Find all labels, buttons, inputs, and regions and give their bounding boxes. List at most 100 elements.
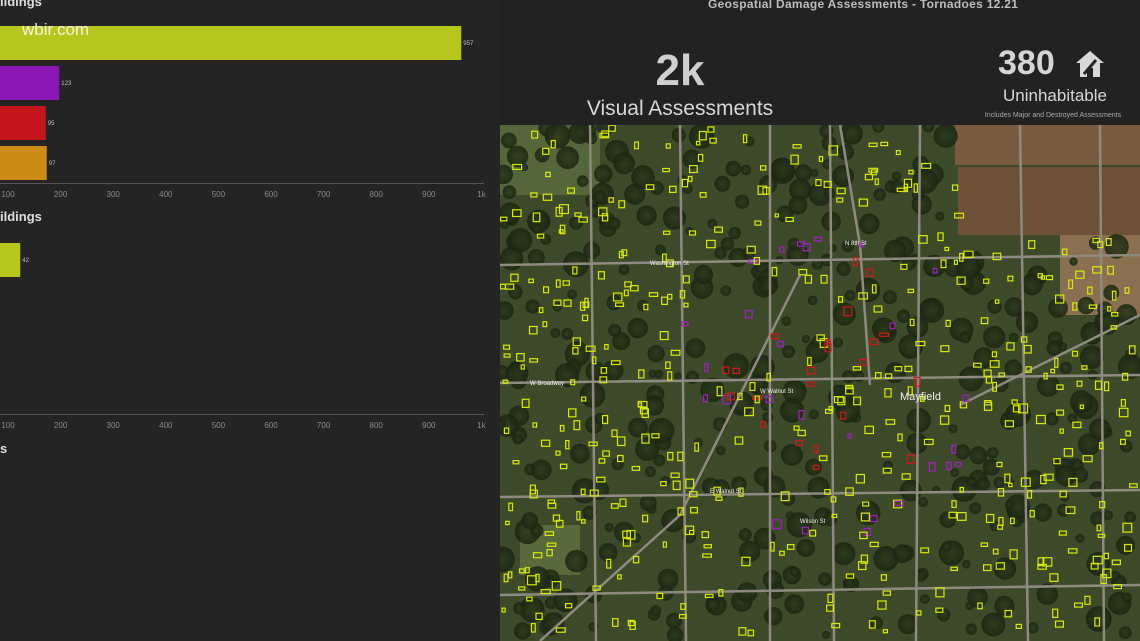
axis-tick-label: 800 bbox=[369, 421, 383, 430]
tree bbox=[506, 145, 529, 167]
bar bbox=[0, 146, 47, 180]
map-place-label: Mayfield bbox=[900, 391, 941, 403]
uninhabitable-count: 380 bbox=[998, 44, 1055, 82]
tree bbox=[714, 246, 727, 260]
tree bbox=[918, 497, 928, 507]
tree bbox=[831, 384, 844, 397]
tree bbox=[1008, 332, 1019, 343]
map-street-label: N 8th St bbox=[845, 241, 867, 247]
tree bbox=[958, 366, 984, 392]
tree bbox=[780, 444, 803, 466]
tree bbox=[758, 275, 779, 296]
tree bbox=[858, 213, 880, 235]
uninhabitable-note: Includes Major and Destroyed Assessments bbox=[984, 112, 1122, 119]
tree bbox=[1005, 500, 1014, 509]
axis-tick-label: 600 bbox=[264, 190, 278, 199]
bar-value-label: 957 bbox=[463, 41, 474, 47]
tree bbox=[738, 528, 752, 542]
tree bbox=[693, 264, 714, 285]
tree bbox=[1021, 273, 1043, 296]
tree bbox=[807, 357, 816, 366]
assessments-count: 2k bbox=[655, 46, 705, 95]
axis-tick-label: 700 bbox=[316, 421, 331, 430]
tree bbox=[630, 532, 642, 543]
axis-tick-label: 500 bbox=[211, 421, 226, 430]
tree bbox=[954, 444, 970, 460]
tree bbox=[636, 205, 657, 226]
tree bbox=[561, 327, 574, 340]
tree bbox=[740, 164, 752, 176]
tree bbox=[912, 168, 938, 194]
tree bbox=[1033, 503, 1052, 522]
tree bbox=[501, 132, 517, 149]
tree bbox=[939, 511, 956, 528]
tree bbox=[662, 206, 686, 230]
tree bbox=[648, 417, 675, 444]
tree bbox=[788, 195, 808, 215]
tree bbox=[842, 370, 855, 384]
bar-value-label: 97 bbox=[49, 161, 56, 167]
tree bbox=[507, 228, 533, 253]
tree bbox=[653, 454, 666, 467]
axis-tick-label: 900 bbox=[422, 190, 436, 199]
tree bbox=[969, 502, 982, 515]
tree bbox=[604, 522, 614, 532]
tree bbox=[896, 309, 911, 323]
tree bbox=[502, 185, 517, 199]
tree bbox=[1037, 374, 1060, 397]
tree bbox=[1004, 297, 1024, 317]
chart2-title: ildings bbox=[0, 209, 42, 224]
satellite-map[interactable]: Mayfield W Walnut St W Broadway N 8th St… bbox=[500, 125, 1140, 641]
tree bbox=[576, 175, 589, 187]
tree bbox=[1088, 418, 1111, 441]
tree bbox=[973, 347, 995, 369]
tree bbox=[836, 261, 851, 277]
map-street-label: Washington St bbox=[650, 261, 689, 267]
chart2-bars: 42 bbox=[0, 243, 30, 277]
tree bbox=[725, 160, 742, 177]
tree bbox=[844, 290, 856, 301]
tree bbox=[1069, 390, 1093, 414]
axis-tick-label: 700 bbox=[316, 190, 331, 199]
tree bbox=[594, 164, 613, 184]
tree bbox=[508, 284, 523, 300]
tree bbox=[983, 325, 1006, 349]
tree bbox=[531, 223, 542, 234]
tree bbox=[782, 345, 795, 359]
tree bbox=[933, 125, 958, 148]
tree bbox=[937, 608, 951, 622]
tree bbox=[1103, 284, 1120, 301]
tree bbox=[639, 494, 657, 512]
tree bbox=[567, 289, 577, 300]
tree bbox=[1085, 606, 1112, 632]
tree bbox=[982, 458, 1000, 476]
tree bbox=[1046, 340, 1062, 356]
axis-tick-label: 200 bbox=[53, 190, 68, 199]
tree bbox=[671, 128, 686, 143]
tree bbox=[911, 194, 932, 215]
map-street-label: W Broadway bbox=[530, 381, 564, 387]
tree bbox=[728, 226, 741, 240]
tree bbox=[811, 335, 824, 348]
tree bbox=[1077, 296, 1095, 315]
tree bbox=[884, 362, 906, 384]
tree bbox=[720, 285, 732, 296]
tree bbox=[514, 622, 532, 640]
tree bbox=[969, 446, 988, 465]
tree bbox=[975, 477, 991, 492]
tree bbox=[607, 217, 621, 231]
tree bbox=[618, 264, 630, 275]
bar bbox=[0, 106, 46, 140]
tree bbox=[556, 146, 579, 170]
tree bbox=[1120, 440, 1133, 453]
axis-tick-label: 1k bbox=[477, 421, 486, 430]
tree bbox=[965, 623, 977, 635]
axis-tick-label: 100 bbox=[1, 190, 15, 199]
tree bbox=[801, 334, 810, 344]
tree bbox=[1055, 465, 1077, 487]
farm-field bbox=[958, 167, 1140, 235]
map-canvas[interactable]: Mayfield W Walnut St W Broadway N 8th St… bbox=[500, 125, 1140, 641]
bar bbox=[0, 243, 21, 277]
axis-tick-label: 800 bbox=[369, 190, 383, 199]
tree bbox=[716, 445, 726, 456]
